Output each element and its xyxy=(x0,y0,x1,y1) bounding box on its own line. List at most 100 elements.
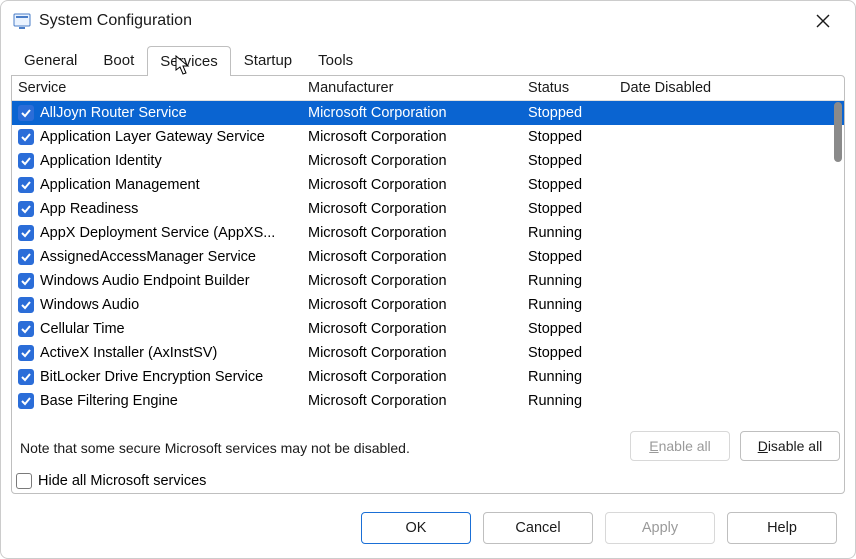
help-button[interactable]: Help xyxy=(727,512,837,544)
dialog-button-row: OK Cancel Apply Help xyxy=(1,504,855,558)
cancel-button[interactable]: Cancel xyxy=(483,512,593,544)
service-name: Cellular Time xyxy=(40,321,125,337)
table-row[interactable]: ActiveX Installer (AxInstSV)Microsoft Co… xyxy=(12,341,844,365)
service-name: Application Identity xyxy=(40,153,162,169)
date-disabled-cell xyxy=(614,389,844,413)
tab-strip: GeneralBootServicesStartupTools xyxy=(1,45,855,75)
status-cell: Stopped xyxy=(522,197,614,221)
date-disabled-cell xyxy=(614,341,844,365)
manufacturer-cell: Microsoft Corporation xyxy=(302,245,522,269)
table-row[interactable]: Application ManagementMicrosoft Corporat… xyxy=(12,173,844,197)
app-icon xyxy=(13,12,31,30)
tab-boot[interactable]: Boot xyxy=(90,45,147,75)
status-cell: Stopped xyxy=(522,341,614,365)
table-row[interactable]: AppX Deployment Service (AppXS...Microso… xyxy=(12,221,844,245)
apply-button[interactable]: Apply xyxy=(605,512,715,544)
manufacturer-cell: Microsoft Corporation xyxy=(302,197,522,221)
status-cell: Running xyxy=(522,293,614,317)
status-cell: Stopped xyxy=(522,125,614,149)
tab-services[interactable]: Services xyxy=(147,46,231,76)
date-disabled-cell xyxy=(614,269,844,293)
date-disabled-cell xyxy=(614,221,844,245)
row-checkbox[interactable] xyxy=(18,201,34,217)
status-cell: Running xyxy=(522,221,614,245)
manufacturer-cell: Microsoft Corporation xyxy=(302,293,522,317)
row-checkbox[interactable] xyxy=(18,321,34,337)
close-button[interactable] xyxy=(803,1,843,41)
date-disabled-cell xyxy=(614,173,844,197)
status-cell: Running xyxy=(522,269,614,293)
below-table-row: Note that some secure Microsoft services… xyxy=(12,429,844,469)
hide-ms-checkbox[interactable] xyxy=(16,473,32,489)
hide-ms-row: Hide all Microsoft services xyxy=(12,469,844,493)
table-row[interactable]: Application Layer Gateway Service Microso… xyxy=(12,125,844,149)
row-checkbox[interactable] xyxy=(18,129,34,145)
service-name: AssignedAccessManager Service xyxy=(40,249,256,265)
disable-all-button[interactable]: Disable all xyxy=(740,431,840,461)
status-cell: Stopped xyxy=(522,101,614,125)
col-date-disabled[interactable]: Date Disabled xyxy=(614,76,844,101)
table-row[interactable]: AllJoyn Router Service Microsoft Corporat… xyxy=(12,101,844,125)
status-cell: Running xyxy=(522,389,614,413)
system-configuration-window: System Configuration GeneralBootServices… xyxy=(0,0,856,559)
date-disabled-cell xyxy=(614,101,844,125)
date-disabled-cell xyxy=(614,197,844,221)
table-row[interactable]: App Readiness Microsoft CorporationStoppe… xyxy=(12,197,844,221)
service-name: AllJoyn Router Service xyxy=(40,105,187,121)
window-title: System Configuration xyxy=(39,12,192,30)
hide-ms-label[interactable]: Hide all Microsoft services xyxy=(38,473,206,489)
service-name: Windows Audio xyxy=(40,297,139,313)
enable-all-button[interactable]: Enable all xyxy=(630,431,730,461)
tab-tools[interactable]: Tools xyxy=(305,45,366,75)
row-checkbox[interactable] xyxy=(18,369,34,385)
service-name: Application Layer Gateway Service xyxy=(40,129,265,145)
manufacturer-cell: Microsoft Corporation xyxy=(302,149,522,173)
table-row[interactable]: BitLocker Drive Encryption ServiceMicros… xyxy=(12,365,844,389)
row-checkbox[interactable] xyxy=(18,297,34,313)
tab-general[interactable]: General xyxy=(11,45,90,75)
date-disabled-cell xyxy=(614,149,844,173)
status-cell: Stopped xyxy=(522,149,614,173)
table-row[interactable]: Base Filtering Engine Microsoft Corporati… xyxy=(12,389,844,413)
services-panel: Service Manufacturer Status Date Disable… xyxy=(11,75,845,494)
date-disabled-cell xyxy=(614,125,844,149)
row-checkbox[interactable] xyxy=(18,225,34,241)
tab-startup[interactable]: Startup xyxy=(231,45,305,75)
service-name: Base Filtering Engine xyxy=(40,393,178,409)
ok-button[interactable]: OK xyxy=(361,512,471,544)
status-cell: Stopped xyxy=(522,245,614,269)
manufacturer-cell: Microsoft Corporation xyxy=(302,125,522,149)
col-status[interactable]: Status xyxy=(522,76,614,101)
row-checkbox[interactable] xyxy=(18,345,34,361)
manufacturer-cell: Microsoft Corporation xyxy=(302,341,522,365)
date-disabled-cell xyxy=(614,317,844,341)
row-checkbox[interactable] xyxy=(18,249,34,265)
date-disabled-cell xyxy=(614,245,844,269)
manufacturer-cell: Microsoft Corporation xyxy=(302,101,522,125)
table-row[interactable]: Windows Audio Microsoft CorporationRunnin… xyxy=(12,293,844,317)
row-checkbox[interactable] xyxy=(18,153,34,169)
col-manufacturer[interactable]: Manufacturer xyxy=(302,76,522,101)
row-checkbox[interactable] xyxy=(18,105,34,121)
manufacturer-cell: Microsoft Corporation xyxy=(302,365,522,389)
table-scrollbar[interactable] xyxy=(834,102,842,162)
date-disabled-cell xyxy=(614,293,844,317)
row-checkbox[interactable] xyxy=(18,393,34,409)
table-row[interactable]: Application Identity Microsoft Corporatio… xyxy=(12,149,844,173)
manufacturer-cell: Microsoft Corporation xyxy=(302,221,522,245)
col-service[interactable]: Service xyxy=(12,76,302,101)
table-row[interactable]: Cellular Time Microsoft CorporationStoppe… xyxy=(12,317,844,341)
row-checkbox[interactable] xyxy=(18,177,34,193)
titlebar: System Configuration xyxy=(1,1,855,41)
manufacturer-cell: Microsoft Corporation xyxy=(302,389,522,413)
date-disabled-cell xyxy=(614,365,844,389)
note-text: Note that some secure Microsoft services… xyxy=(16,436,414,456)
table-row[interactable]: AssignedAccessManager Service Microsoft C… xyxy=(12,245,844,269)
manufacturer-cell: Microsoft Corporation xyxy=(302,173,522,197)
service-name: App Readiness xyxy=(40,201,138,217)
status-cell: Stopped xyxy=(522,317,614,341)
table-row[interactable]: Windows Audio Endpoint BuilderMicrosoft … xyxy=(12,269,844,293)
row-checkbox[interactable] xyxy=(18,273,34,289)
manufacturer-cell: Microsoft Corporation xyxy=(302,317,522,341)
services-table: Service Manufacturer Status Date Disable… xyxy=(12,76,844,413)
